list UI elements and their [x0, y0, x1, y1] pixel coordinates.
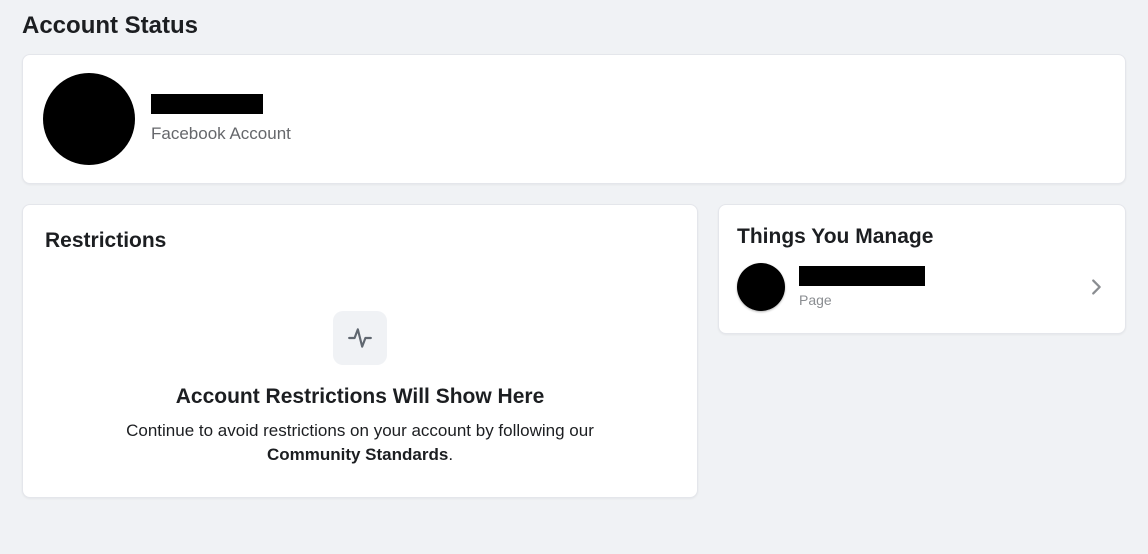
account-subtitle: Facebook Account: [151, 124, 291, 144]
manage-item-type: Page: [799, 292, 1085, 308]
page-title: Account Status: [22, 12, 1126, 40]
restrictions-heading: Account Restrictions Will Show Here: [105, 385, 615, 409]
account-name-redacted: [151, 94, 263, 114]
account-info: Facebook Account: [151, 94, 291, 144]
manage-item-info: Page: [799, 266, 1085, 308]
chevron-right-icon: [1085, 276, 1107, 298]
things-you-manage-card: Things You Manage Page: [718, 204, 1126, 334]
manage-item-name-redacted: [799, 266, 925, 286]
manage-item[interactable]: Page: [737, 263, 1107, 311]
activity-icon: [333, 311, 387, 365]
restrictions-text-suffix: .: [448, 445, 453, 464]
account-card: Facebook Account: [22, 54, 1126, 184]
restrictions-title: Restrictions: [45, 229, 675, 253]
manage-title: Things You Manage: [737, 225, 1107, 249]
restrictions-text-prefix: Continue to avoid restrictions on your a…: [126, 421, 594, 440]
avatar: [737, 263, 785, 311]
avatar: [43, 73, 135, 165]
restrictions-text: Continue to avoid restrictions on your a…: [105, 419, 615, 467]
restrictions-body: Account Restrictions Will Show Here Cont…: [45, 267, 675, 467]
restrictions-text-bold: Community Standards: [267, 445, 448, 464]
restrictions-card: Restrictions Account Restrictions Will S…: [22, 204, 698, 498]
columns: Restrictions Account Restrictions Will S…: [22, 204, 1126, 498]
